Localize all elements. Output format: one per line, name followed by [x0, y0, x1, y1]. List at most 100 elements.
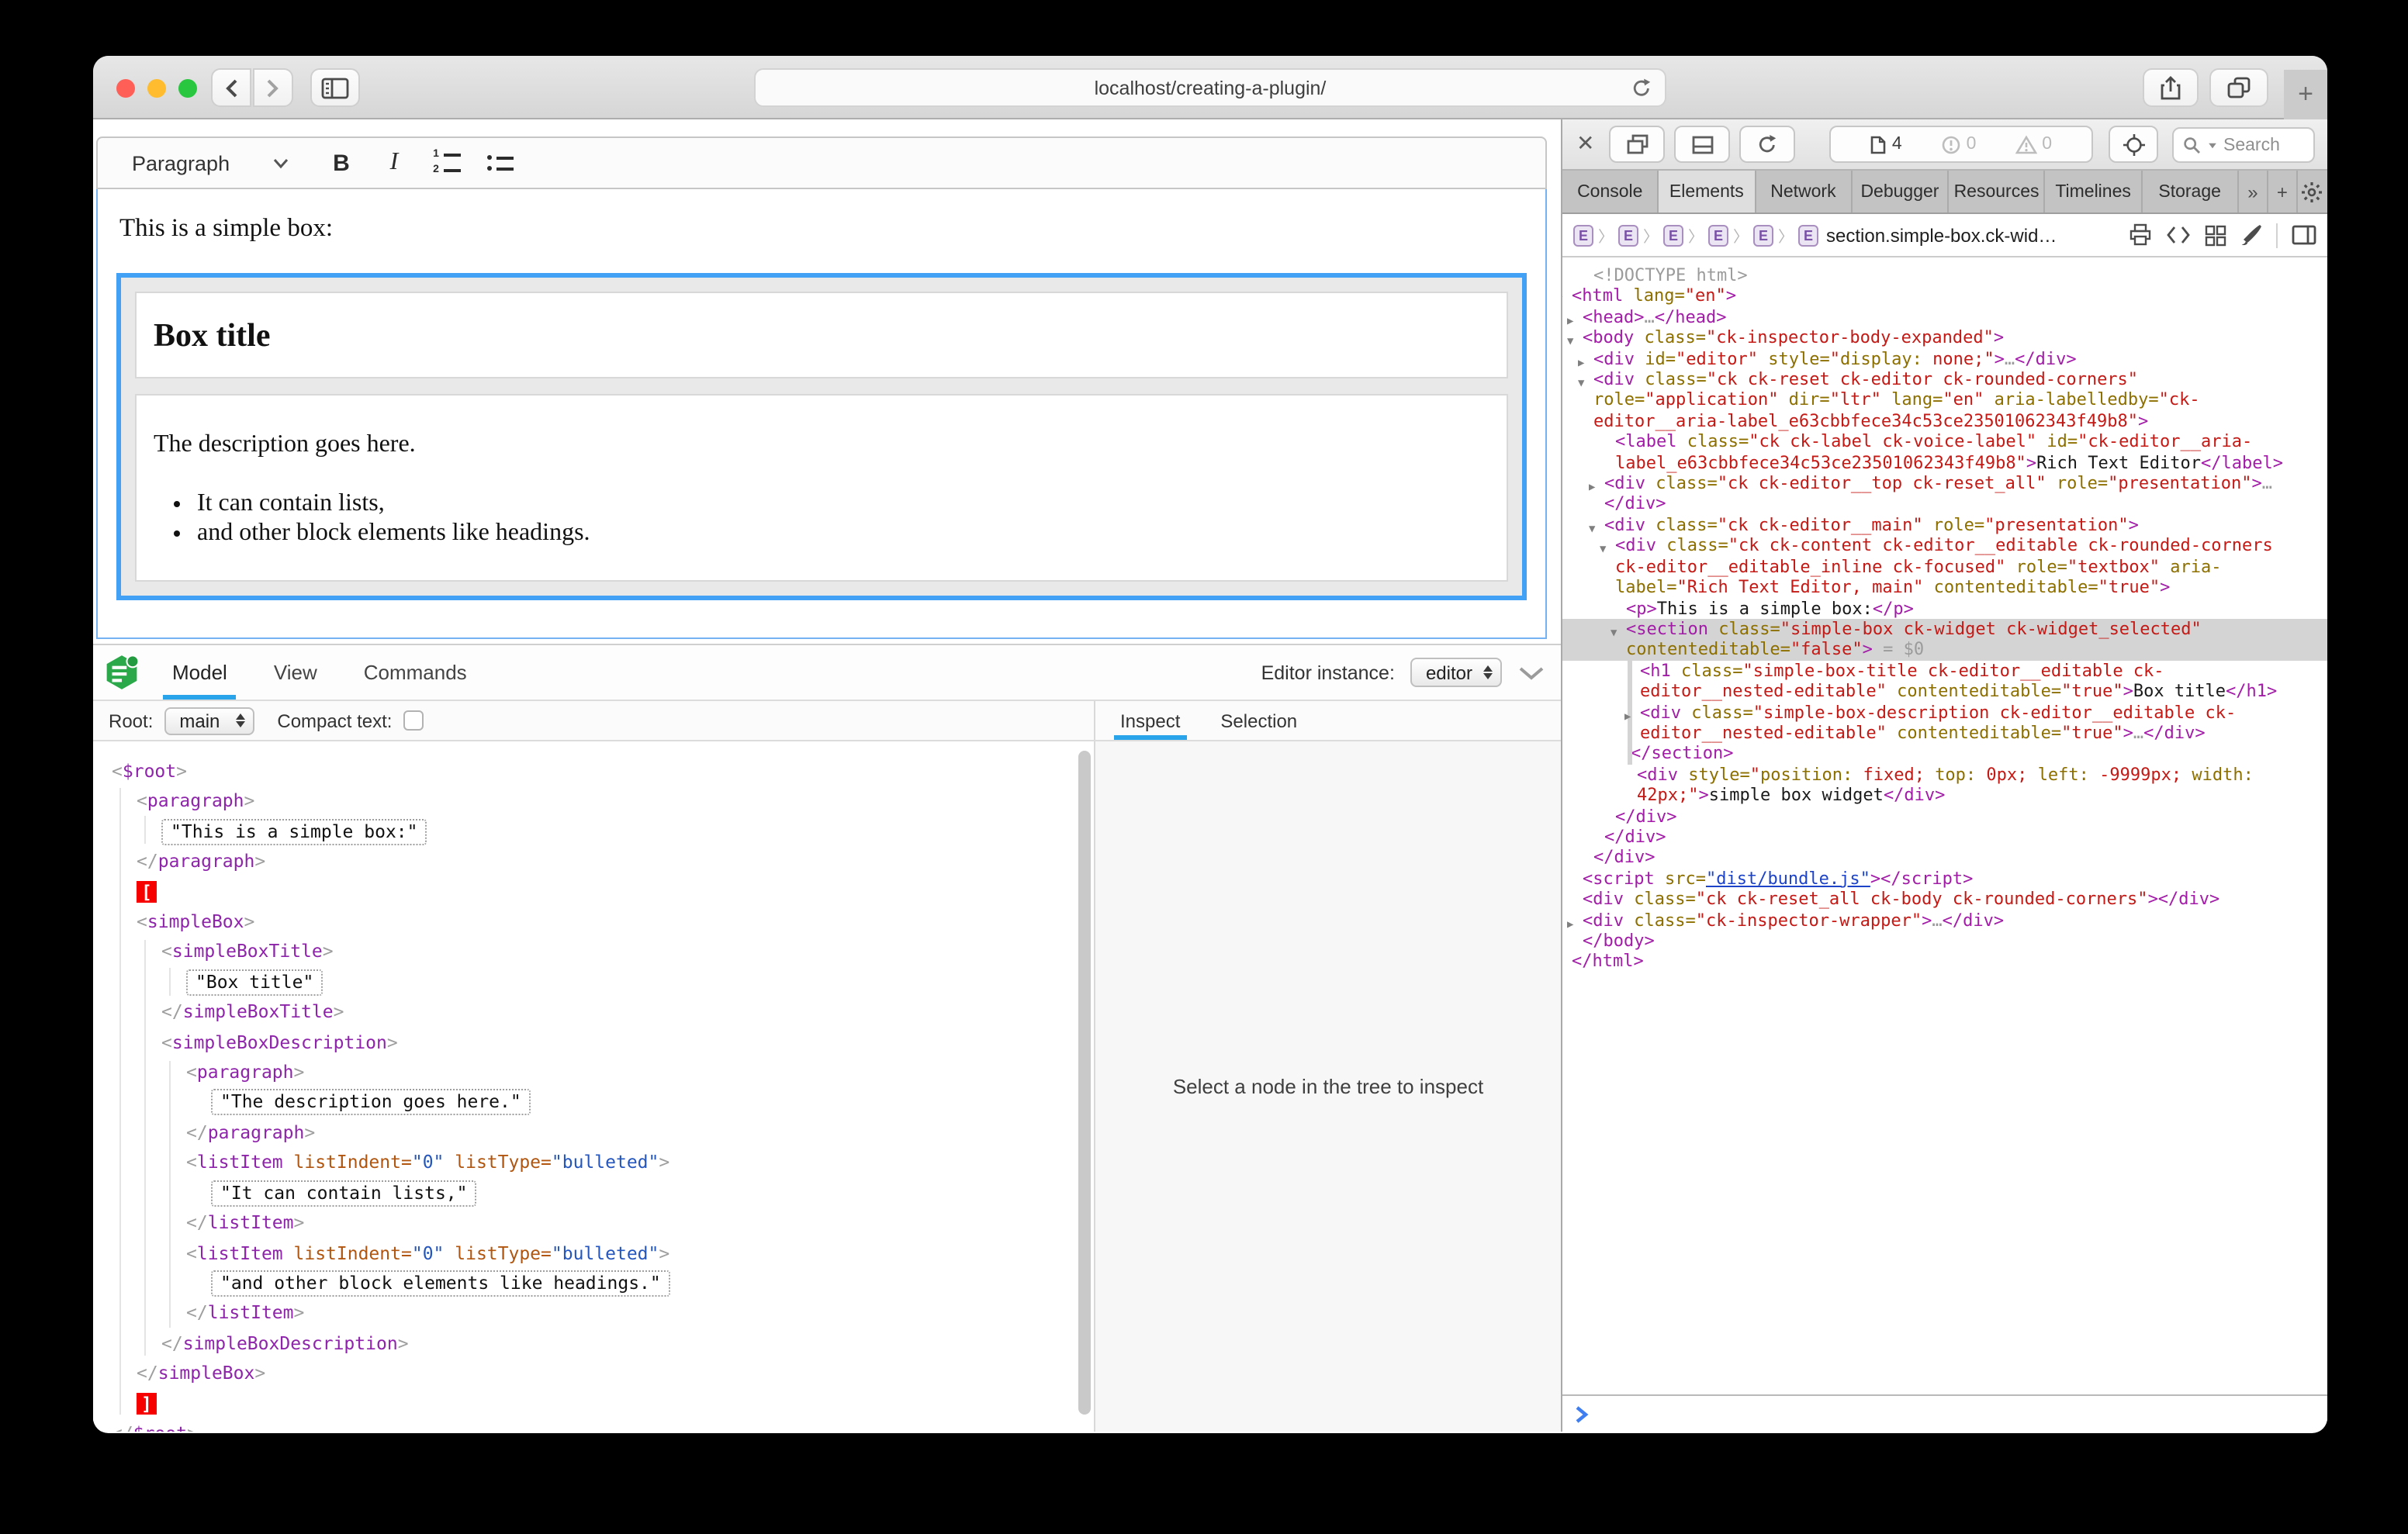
dom-node[interactable]: </div> — [1562, 848, 2327, 869]
dom-node[interactable]: ▼<div class="ck ck-content ck-editor__ed… — [1562, 536, 2327, 598]
breadcrumb-selected-node[interactable]: section.simple-box.ck-wid… — [1826, 224, 2057, 246]
bulleted-list-button[interactable] — [473, 155, 526, 171]
breadcrumb-element-badge[interactable]: E — [1708, 224, 1728, 246]
dom-node[interactable]: ▼<body class="ck-inspector-body-expanded… — [1562, 327, 2327, 348]
model-tree-line[interactable]: <$root> — [93, 757, 1094, 787]
description-paragraph[interactable]: The description goes here. — [154, 431, 1507, 459]
more-tabs-button[interactable]: » — [2239, 171, 2268, 212]
dom-node[interactable]: </body> — [1562, 931, 2327, 952]
dom-node[interactable]: ▼<div class="ck ck-editor__main" role="p… — [1562, 515, 2327, 536]
issues-summary[interactable]: 4 0 0 — [1829, 126, 2093, 163]
numbered-list-button[interactable]: 1 2 — [420, 150, 473, 175]
sidebar-toggle-button[interactable] — [310, 68, 360, 107]
model-tree-line[interactable]: </paragraph> — [93, 1118, 1094, 1149]
dom-node[interactable]: ▶<div class="simple-box-description ck-e… — [1562, 702, 2327, 744]
dom-node[interactable]: </section> — [1562, 744, 2327, 765]
close-devtools-icon[interactable]: ✕ — [1576, 130, 1594, 157]
model-tree-line[interactable]: <simpleBoxTitle> — [93, 938, 1094, 968]
add-tab-button[interactable]: + — [2268, 171, 2298, 212]
dom-node[interactable]: <div style="position: fixed; top: 0px; l… — [1562, 765, 2327, 807]
dom-node[interactable]: </div> — [1562, 806, 2327, 827]
reload-page-button[interactable] — [1739, 126, 1795, 163]
close-window-button[interactable] — [116, 79, 135, 98]
minimize-window-button[interactable] — [147, 79, 166, 98]
model-tree-line[interactable]: </listItem> — [93, 1299, 1094, 1329]
compact-text-checkbox[interactable] — [403, 710, 423, 731]
model-tree-scrollbar[interactable] — [1078, 751, 1091, 1415]
model-tree-line[interactable]: </simpleBoxDescription> — [93, 1328, 1094, 1359]
model-tree-line[interactable]: "and other block elements like headings.… — [93, 1269, 1094, 1299]
model-tree-line[interactable]: </paragraph> — [93, 847, 1094, 877]
breadcrumb-element-badge[interactable]: E — [1618, 224, 1638, 246]
tab-console[interactable]: Console — [1562, 171, 1659, 212]
disclosure-closed-icon[interactable]: ▶ — [1589, 478, 1595, 499]
list-item[interactable]: It can contain lists, — [197, 489, 1507, 518]
dom-node[interactable]: </div> — [1562, 827, 2327, 848]
tab-elements[interactable]: Elements — [1659, 171, 1756, 212]
tab-debugger[interactable]: Debugger — [1853, 171, 1950, 212]
breadcrumb-element-badge[interactable]: E — [1798, 224, 1818, 246]
editor-editable-area[interactable]: This is a simple box: Box title The desc… — [96, 189, 1547, 639]
breadcrumb-element-badge[interactable]: E — [1663, 224, 1683, 246]
model-tree-line[interactable]: <listItem listIndent="0" listType="bulle… — [93, 1239, 1094, 1269]
breadcrumb-element-badge[interactable]: E — [1753, 224, 1773, 246]
root-select[interactable]: main — [164, 707, 254, 734]
dom-node[interactable]: ▼<html lang="en"> — [1562, 286, 2327, 307]
editor-instance-select[interactable]: editor — [1410, 658, 1502, 687]
model-tree-line[interactable]: <simpleBoxDescription> — [93, 1028, 1094, 1058]
tab-overview-button[interactable] — [2209, 68, 2268, 107]
model-tree-line[interactable]: <listItem listIndent="0" listType="bulle… — [93, 1149, 1094, 1179]
dom-node[interactable]: ▶<head>…</head> — [1562, 307, 2327, 328]
model-tree-line[interactable]: "This is a simple box:" — [93, 817, 1094, 848]
settings-gear-icon[interactable] — [2298, 171, 2327, 212]
tab-inspect[interactable]: Inspect — [1117, 701, 1183, 740]
zoom-window-button[interactable] — [178, 79, 197, 98]
dom-node[interactable]: ▶<div id="editor" style="display: none;"… — [1562, 348, 2327, 369]
disclosure-open-icon[interactable]: ▼ — [1600, 541, 1606, 561]
disclosure-closed-icon[interactable]: ▶ — [1624, 707, 1631, 727]
back-button[interactable] — [211, 68, 251, 107]
element-picker-button[interactable] — [2109, 126, 2158, 163]
model-tree-line[interactable]: </listItem> — [93, 1208, 1094, 1239]
simple-box-widget[interactable]: Box title The description goes here. It … — [116, 273, 1527, 600]
devtools-search-field[interactable]: Search — [2172, 127, 2315, 163]
tab-storage[interactable]: Storage — [2142, 171, 2239, 212]
model-tree-line[interactable]: </simpleBoxTitle> — [93, 998, 1094, 1028]
dom-node[interactable]: <p>This is a simple box:</p> — [1562, 598, 2327, 619]
tab-resources[interactable]: Resources — [1949, 171, 2046, 212]
dom-node[interactable]: <label class="ck ck-label ck-voice-label… — [1562, 432, 2327, 474]
reload-icon[interactable] — [1631, 78, 1652, 99]
layout-grid-icon[interactable] — [2205, 224, 2226, 246]
model-tree-line[interactable]: "The description goes here." — [93, 1088, 1094, 1118]
dom-tree[interactable]: <!DOCTYPE html>▼<html lang="en">▶<head>…… — [1562, 257, 2327, 1394]
model-tree-line[interactable]: [ — [93, 877, 1094, 907]
details-sidebar-toggle-icon[interactable] — [2292, 225, 2316, 245]
dom-node[interactable]: ▶<div class="ck-inspector-wrapper">…</di… — [1562, 910, 2327, 931]
dom-node[interactable]: <div class="ck ck-reset_all ck-body ck-r… — [1562, 889, 2327, 910]
dom-node[interactable]: <h1 class="simple-box-title ck-editor__e… — [1562, 660, 2327, 702]
tab-model[interactable]: Model — [169, 645, 230, 700]
collapse-inspector-icon[interactable] — [1517, 665, 1545, 680]
model-tree-line[interactable]: <paragraph> — [93, 787, 1094, 817]
dom-node-selected[interactable]: ▼<section class="simple-box ck-widget ck… — [1562, 619, 2327, 661]
editor-paragraph[interactable]: This is a simple box: — [119, 212, 1545, 244]
dom-node[interactable]: <!DOCTYPE html> — [1562, 265, 2327, 286]
tab-timelines[interactable]: Timelines — [2046, 171, 2143, 212]
new-tab-button[interactable]: + — [2284, 70, 2327, 119]
dom-node[interactable]: </html> — [1562, 952, 2327, 973]
dock-bottom-button[interactable] — [1674, 126, 1730, 163]
dom-node[interactable]: <script src="dist/bundle.js"></script> — [1562, 869, 2327, 890]
simple-box-title[interactable]: Box title — [135, 292, 1508, 378]
styles-brush-icon[interactable] — [2240, 223, 2262, 247]
detach-devtools-button[interactable] — [1609, 126, 1665, 163]
share-button[interactable] — [2143, 68, 2199, 107]
tab-selection[interactable]: Selection — [1217, 701, 1300, 740]
forward-button[interactable] — [253, 68, 293, 107]
italic-button[interactable]: I — [368, 149, 420, 177]
breadcrumb-element-badge[interactable]: E — [1573, 224, 1593, 246]
address-bar[interactable]: localhost/creating-a-plugin/ — [754, 68, 1666, 107]
model-tree-line[interactable]: "Box title" — [93, 968, 1094, 998]
tab-network[interactable]: Network — [1756, 171, 1853, 212]
dom-node[interactable]: ▼<div class="ck ck-reset ck-editor ck-ro… — [1562, 369, 2327, 431]
list-item[interactable]: and other block elements like headings. — [197, 518, 1507, 548]
